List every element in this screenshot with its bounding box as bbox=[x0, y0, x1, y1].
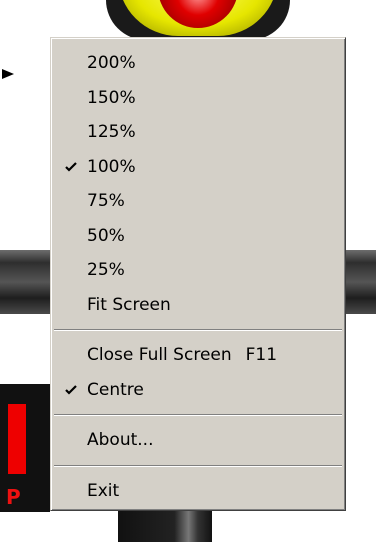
menu-item-centre[interactable]: Centre bbox=[51, 373, 345, 408]
menu-item-fit-screen[interactable]: Fit Screen bbox=[51, 288, 345, 323]
menu-item-label: 125% bbox=[87, 122, 136, 142]
menu-item-150-percent[interactable]: 150% bbox=[51, 81, 345, 116]
menu-item-label: 25% bbox=[87, 260, 125, 280]
menu-item-label: 200% bbox=[87, 53, 136, 73]
machine-bar-left bbox=[0, 250, 50, 314]
menu-separator bbox=[54, 329, 342, 331]
menu-item-200-percent[interactable]: 200% bbox=[51, 46, 345, 81]
machine-stem bbox=[118, 510, 212, 542]
menu-item-close-full-screen[interactable]: Close Full Screen F11 bbox=[51, 338, 345, 373]
menu-item-50-percent[interactable]: 50% bbox=[51, 219, 345, 254]
menu-item-label: Centre bbox=[87, 379, 144, 400]
context-menu: 200% 150% 125% 100% 75% 50% 25% Fit Screen Clos… bbox=[50, 37, 346, 511]
menu-item-label: 150% bbox=[87, 87, 136, 108]
stop-label-partial: P bbox=[6, 485, 21, 509]
menu-item-label: 75% bbox=[87, 191, 125, 211]
menu-item-label: 100% bbox=[87, 156, 136, 177]
zoom-menu-group: 200% 150% 125% 100% 75% 50% 25% Fit Screen bbox=[51, 46, 345, 322]
menu-item-label: Fit Screen bbox=[87, 294, 171, 315]
menu-item-25-percent[interactable]: 25% bbox=[51, 253, 345, 288]
menu-item-exit[interactable]: Exit bbox=[51, 474, 345, 509]
menu-item-100-percent[interactable]: 100% bbox=[51, 150, 345, 185]
checkmark-icon bbox=[61, 373, 81, 408]
stop-indicator bbox=[8, 404, 26, 474]
menu-separator bbox=[54, 464, 342, 467]
menu-separator bbox=[54, 414, 342, 416]
menu-item-label: Exit bbox=[87, 480, 120, 501]
menu-item-label: Close Full Screen bbox=[87, 345, 232, 365]
checkmark-icon bbox=[61, 150, 81, 185]
menu-item-about[interactable]: About... bbox=[51, 423, 345, 458]
menu-item-125-percent[interactable]: 125% bbox=[51, 115, 345, 150]
menu-item-shortcut: F11 bbox=[245, 345, 278, 365]
menu-item-label: 50% bbox=[87, 225, 125, 246]
menu-item-75-percent[interactable]: 75% bbox=[51, 184, 345, 219]
menu-item-label: About... bbox=[87, 430, 154, 450]
mouse-pointer-arrow-icon bbox=[2, 69, 14, 79]
